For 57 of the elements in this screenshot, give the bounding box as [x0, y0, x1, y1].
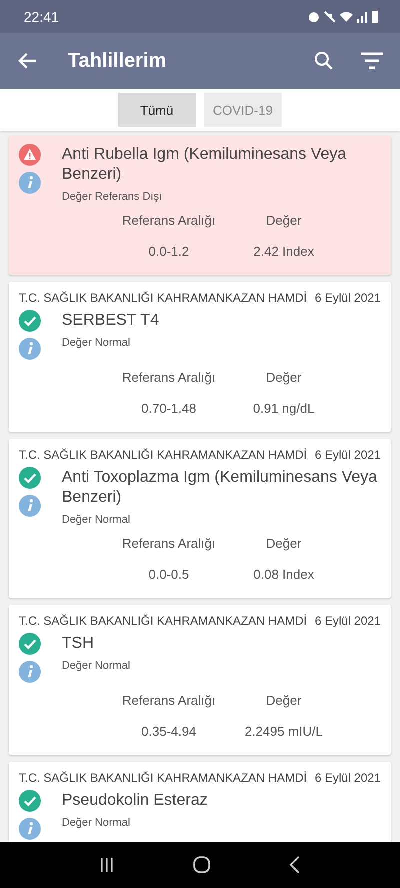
- result-date: 6 Eylül 2021: [314, 771, 381, 785]
- wifi-icon: [340, 11, 353, 22]
- test-name: SERBEST T4: [62, 311, 160, 331]
- column-label: Değer: [266, 213, 302, 228]
- mute-icon: [324, 10, 336, 22]
- home-icon[interactable]: [193, 856, 211, 874]
- result-status: Değer Normal: [62, 514, 132, 526]
- check-icon: [19, 310, 41, 332]
- result-value: 0.08 Index: [254, 567, 314, 582]
- signal-icon: [357, 10, 368, 22]
- test-name: Anti Toxoplazma Igm (Kemiluminesans Veya Benzeri): [62, 468, 378, 508]
- reference-range: 0.70-1.48: [142, 401, 196, 416]
- test-name: TSH: [62, 634, 95, 654]
- check-icon: [19, 790, 41, 812]
- test-name: Pseudokolin Esteraz: [62, 791, 208, 811]
- result-status: Değer Normal: [62, 660, 130, 672]
- result-value: 2.42 Index: [254, 244, 314, 259]
- column-label: Referans Aralığı: [122, 693, 216, 708]
- result-card[interactable]: T.C. SAĞLIK BAKANLIĞI KAHRAMANKAZAN HAMDİ 6 Eylül 2021 Anti Toxoplazma Igm (Kemiluminesans Veya Benzeri) Değer Normal Referans Aralığı Değer 0.0-0.5 0.08 Index: [9, 439, 391, 598]
- institution-name: T.C. SAĞLIK BAKANLIĞI KAHRAMANKAZAN HAMDİ: [19, 291, 308, 305]
- back-icon[interactable]: [289, 856, 301, 874]
- recent-apps-icon[interactable]: [99, 857, 115, 873]
- column-label: Referans Aralığı: [122, 213, 216, 228]
- column-label: Değer: [266, 693, 302, 708]
- result-value: 0.91 ng/dL: [253, 401, 315, 416]
- result-status: Değer Normal: [62, 337, 132, 349]
- reference-range: 0.35-4.94: [142, 724, 196, 739]
- warning-icon: [19, 144, 41, 166]
- filter-tab[interactable]: Tümü: [118, 93, 196, 127]
- column-label: Değer: [266, 370, 302, 385]
- institution-name: T.C. SAĞLIK BAKANLIĞI KAHRAMANKAZAN HAMDİ: [19, 448, 308, 462]
- institution-name: T.C. SAĞLIK BAKANLIĞI KAHRAMANKAZAN HAMDİ: [19, 771, 308, 785]
- result-value: 2.2495 mIU/L: [244, 724, 324, 739]
- check-icon: [19, 633, 41, 655]
- reference-range: 0.0-1.2: [148, 244, 190, 259]
- result-status: Değer Normal: [62, 817, 132, 829]
- screen-title: Tahlillerim: [68, 50, 168, 72]
- result-card[interactable]: T.C. SAĞLIK BAKANLIĞI KAHRAMANKAZAN HAMDİ 6 Eylül 2021 Pseudokolin Esteraz Değer Normal: [9, 762, 391, 842]
- test-name: Anti Rubella Igm (Kemiluminesans Veya Benzeri): [62, 145, 348, 185]
- battery-icon: [372, 10, 378, 23]
- search-icon[interactable]: [314, 51, 334, 71]
- column-label: Değer: [266, 536, 302, 551]
- reference-range: 0.0-0.5: [148, 567, 190, 582]
- column-label: Referans Aralığı: [122, 370, 216, 385]
- status-time: 22:41: [24, 8, 60, 24]
- column-label: Referans Aralığı: [122, 536, 216, 551]
- result-date: 6 Eylül 2021: [314, 448, 381, 462]
- filter-icon[interactable]: [360, 51, 384, 71]
- result-status: Değer Referans Dışı: [62, 191, 164, 203]
- result-date: 6 Eylül 2021: [314, 291, 381, 305]
- result-card[interactable]: T.C. SAĞLIK BAKANLIĞI KAHRAMANKAZAN HAMDİ 6 Eylül 2021 TSH Değer Normal Referans Aralığı Değer 0.35-4.94 2.2495 mIU/L: [9, 605, 391, 755]
- check-icon: [19, 467, 41, 489]
- result-card[interactable]: T.C. SAĞLIK BAKANLIĞI KAHRAMANKAZAN HAMDİ 6 Eylül 2021 SERBEST T4 Değer Normal Referans Aralığı Değer 0.70-1.48 0.91 ng/dL: [9, 282, 391, 432]
- back-arrow-icon[interactable]: [18, 51, 38, 71]
- result-date: 6 Eylül 2021: [314, 614, 381, 628]
- institution-name: T.C. SAĞLIK BAKANLIĞI KAHRAMANKAZAN HAMDİ: [19, 614, 308, 628]
- result-card[interactable]: Anti Rubella Igm (Kemiluminesans Veya Benzeri) Değer Referans Dışı Referans Aralığı Değer 0.0-1.2 2.42 Index: [9, 136, 391, 275]
